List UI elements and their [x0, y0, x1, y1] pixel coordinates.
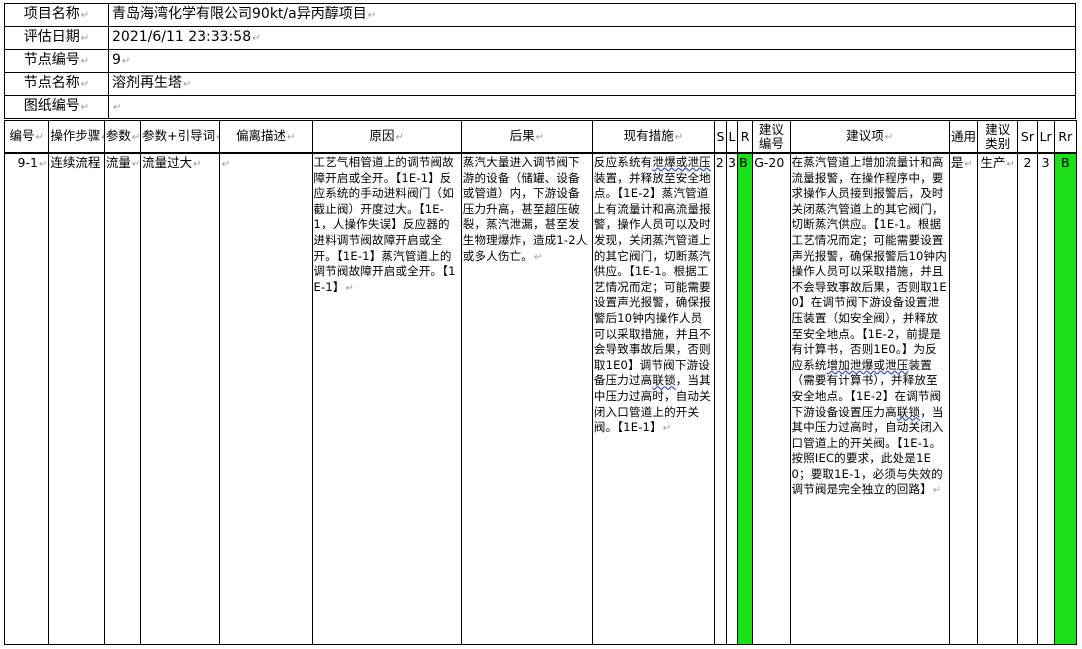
col-header-l: L	[725, 120, 739, 154]
eval-date-value[interactable]: 2021/6/11 23:33:58↵	[108, 26, 1076, 50]
col-header-cause: 原因↵	[311, 120, 462, 154]
cell-rec-type[interactable]: 生产↵	[977, 152, 1019, 645]
project-name-value[interactable]: 青岛海湾化学有限公司90kt/a异丙醇项目↵	[108, 3, 1076, 27]
col-header-rec-type: 建议类别	[977, 120, 1019, 154]
cell-sr[interactable]: 2	[1017, 152, 1038, 645]
cell-lr[interactable]: 3	[1036, 152, 1055, 645]
drawing-no-value[interactable]: ↵	[108, 95, 1076, 119]
drawing-no-label: 图纸编号↵	[4, 95, 109, 119]
table-row: 9-1↵ 连续流程 流量↵ 流量过大↵ ↵ 工艺气相管道上的调节阀故障开启或全开…	[3, 152, 1078, 645]
cell-rr[interactable]: B	[1053, 152, 1078, 645]
node-name-label: 节点名称↵	[4, 72, 109, 96]
col-header-guideword: 参数+引导词↵	[140, 120, 220, 154]
col-header-consequence: 后果↵	[460, 120, 593, 154]
col-header-safeguards: 现有措施↵	[591, 120, 715, 154]
info-row-project: 项目名称↵ 青岛海湾化学有限公司90kt/a异丙醇项目↵	[4, 3, 1076, 27]
cell-rec-no[interactable]: G-20	[752, 152, 791, 645]
project-name-label: 项目名称↵	[4, 3, 109, 27]
node-name-value[interactable]: 溶剂再生塔↵	[108, 72, 1076, 96]
col-header-recommendation: 建议项↵	[789, 120, 950, 154]
col-header-general: 通用	[948, 120, 979, 154]
info-row-node-name: 节点名称↵ 溶剂再生塔↵	[4, 72, 1076, 96]
col-header-sr: Sr	[1017, 120, 1038, 154]
col-header-r: R	[737, 120, 754, 154]
hazop-table: 编号↵ 操作步骤↵ 参数↵ 参数+引导词↵ 偏离描述↵ 原因↵ 后果↵ 现有措施…	[3, 120, 1078, 645]
node-no-label: 节点编号↵	[4, 49, 109, 73]
cell-no[interactable]: 9-1↵	[3, 152, 50, 645]
eval-date-label: 评估日期↵	[4, 26, 109, 50]
cell-general[interactable]: 是↵	[948, 152, 979, 645]
cell-l[interactable]: 3	[725, 152, 739, 645]
table-header-row: 编号↵ 操作步骤↵ 参数↵ 参数+引导词↵ 偏离描述↵ 原因↵ 后果↵ 现有措施…	[3, 120, 1078, 154]
cell-step[interactable]: 连续流程	[48, 152, 105, 645]
project-info-table: 项目名称↵ 青岛海湾化学有限公司90kt/a异丙醇项目↵ 评估日期↵ 2021/…	[4, 3, 1076, 119]
col-header-no: 编号↵	[3, 120, 50, 154]
cell-r[interactable]: B	[737, 152, 754, 645]
col-header-rec-no: 建议编号	[752, 120, 791, 154]
cell-cause[interactable]: 工艺气相管道上的调节阀故障开启或全开。【1E-1】反应系统的手动进料阀门（如截止…	[311, 152, 462, 645]
node-no-value[interactable]: 9↵	[108, 49, 1076, 73]
info-row-drawing: 图纸编号↵ ↵	[4, 95, 1076, 119]
col-header-param: 参数↵	[103, 120, 142, 154]
cell-safeguards[interactable]: 反应系统有泄爆或泄压装置，并释放至安全地点。【1E-2】蒸汽管道上有流量计和高流…	[591, 152, 715, 645]
cell-guideword[interactable]: 流量过大↵	[140, 152, 220, 645]
cell-consequence[interactable]: 蒸汽大量进入调节阀下游的设备（储罐、设备或管道）内，下游设备压力升高，甚至超压破…	[460, 152, 593, 645]
cell-recommendation[interactable]: 在蒸汽管道上增加流量计和高流量报警，在操作程序中，要求操作人员接到报警后，及时关…	[789, 152, 950, 645]
col-header-rr: Rr	[1053, 120, 1078, 154]
col-header-deviation: 偏离描述↵	[218, 120, 313, 154]
cell-s[interactable]: 2	[713, 152, 727, 645]
cell-param[interactable]: 流量↵	[103, 152, 142, 645]
col-header-step: 操作步骤↵	[48, 120, 105, 154]
info-row-date: 评估日期↵ 2021/6/11 23:33:58↵	[4, 26, 1076, 50]
col-header-s: S	[713, 120, 727, 154]
info-row-node-no: 节点编号↵ 9↵	[4, 49, 1076, 73]
col-header-lr: Lr	[1036, 120, 1055, 154]
cell-deviation[interactable]: ↵	[218, 152, 313, 645]
